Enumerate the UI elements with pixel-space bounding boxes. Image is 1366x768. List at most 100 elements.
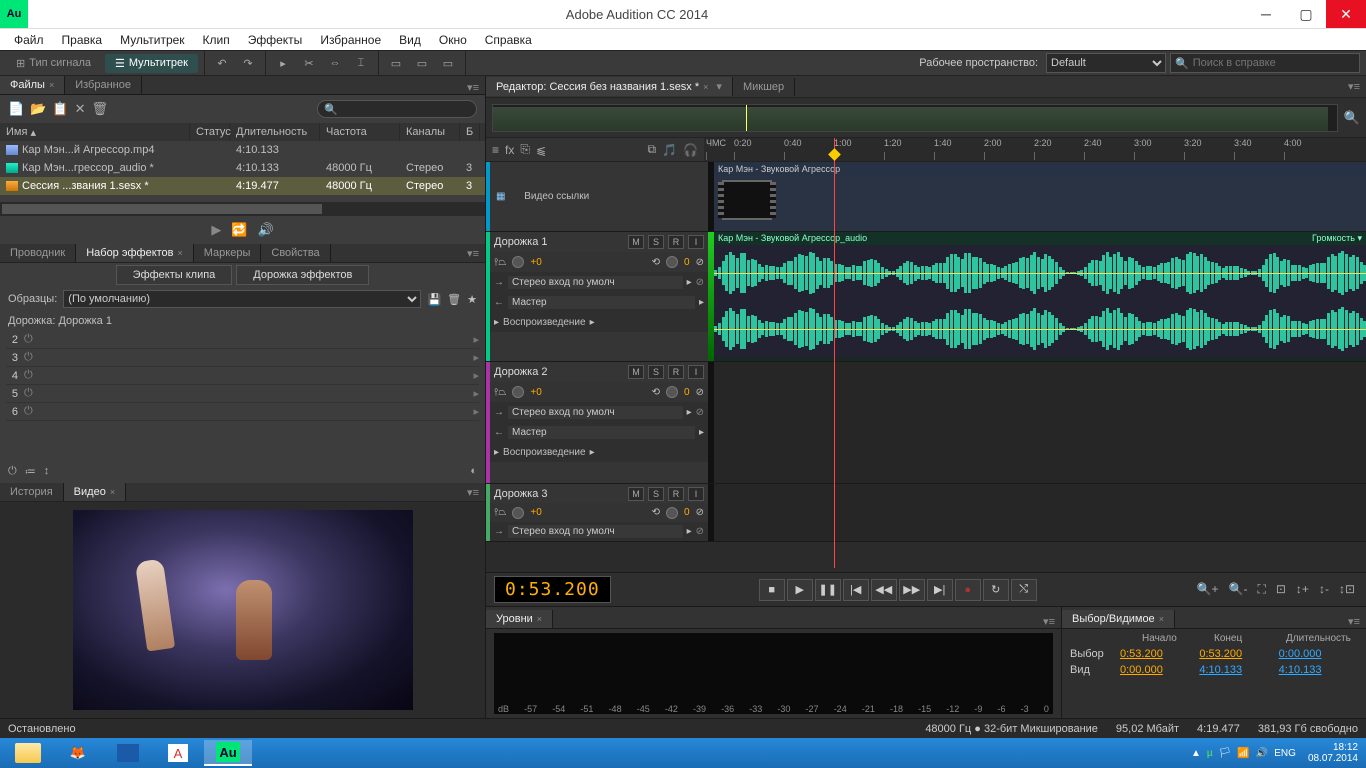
- import-icon[interactable]: 📂: [30, 101, 46, 117]
- volume-knob[interactable]: [512, 507, 524, 519]
- tab-properties[interactable]: Свойства: [261, 244, 330, 262]
- col-duration[interactable]: Длительность: [230, 123, 320, 141]
- panel-menu-icon[interactable]: ▾≡: [1043, 615, 1055, 628]
- pan-knob[interactable]: [666, 507, 678, 519]
- solo-button[interactable]: S: [648, 365, 664, 379]
- play-button[interactable]: ▶: [787, 579, 813, 601]
- output-select[interactable]: Мастер: [508, 426, 695, 439]
- output-select[interactable]: Мастер: [508, 296, 695, 309]
- undo-icon[interactable]: ↶: [211, 53, 233, 73]
- tab-video[interactable]: Видео ×: [64, 483, 126, 501]
- zoom-sel-icon[interactable]: ⊡: [1273, 582, 1289, 597]
- zoom-in-icon[interactable]: 🔍+: [1194, 582, 1222, 597]
- menu-file[interactable]: Файл: [6, 31, 52, 49]
- power-icon[interactable]: ⏻: [24, 333, 33, 346]
- input-select[interactable]: Стерео вход по умолч: [508, 276, 683, 289]
- selview-value[interactable]: 4:10.133: [1199, 664, 1278, 676]
- tray-lang[interactable]: ENG: [1274, 748, 1296, 759]
- close-icon[interactable]: ×: [1159, 614, 1164, 624]
- tool-b-icon[interactable]: ▭: [411, 53, 433, 73]
- power-icon[interactable]: ⏻: [24, 351, 33, 364]
- mix-wet-icon[interactable]: ◐: [470, 465, 477, 477]
- fx-label-icon[interactable]: fx: [505, 143, 514, 157]
- zoom-out-icon[interactable]: 🔍-: [1226, 582, 1251, 597]
- solo-button[interactable]: S: [648, 235, 664, 249]
- tray-volume-icon[interactable]: 🔊: [1256, 748, 1268, 759]
- selview-value[interactable]: 4:10.133: [1279, 664, 1358, 676]
- fx-icon[interactable]: ≡: [492, 143, 499, 157]
- clip-effects-button[interactable]: Эффекты клипа: [116, 265, 233, 285]
- timeline-ruler[interactable]: ЧМС 0:200:401:001:201:402:002:202:403:00…: [704, 138, 1366, 161]
- presets-select[interactable]: (По умолчанию): [63, 290, 421, 308]
- taskbar-firefox[interactable]: 🦊: [54, 740, 102, 766]
- effect-slot[interactable]: 6⏻▸: [6, 403, 479, 421]
- solo-button[interactable]: S: [648, 487, 664, 501]
- tab-editor[interactable]: Редактор: Сессия без названия 1.sesx * ×…: [486, 77, 733, 96]
- close-icon[interactable]: ×: [703, 82, 708, 92]
- favorite-icon[interactable]: ★: [467, 293, 477, 306]
- menu-view[interactable]: Вид: [391, 31, 429, 49]
- open-file-icon[interactable]: 📄: [8, 101, 24, 117]
- go-start-button[interactable]: |◀: [843, 579, 869, 601]
- menu-edit[interactable]: Правка: [54, 31, 111, 49]
- tool-a-icon[interactable]: ▭: [385, 53, 407, 73]
- tab-media-browser[interactable]: Проводник: [0, 244, 76, 262]
- read-mode-select[interactable]: Воспроизведение: [503, 317, 586, 328]
- tray-network-icon[interactable]: 📶: [1237, 748, 1249, 759]
- volume-knob[interactable]: [512, 386, 524, 398]
- track-lane[interactable]: [714, 484, 1366, 541]
- mute-button[interactable]: M: [628, 487, 644, 501]
- close-file-icon[interactable]: ✕: [75, 101, 86, 117]
- input-mute-icon[interactable]: ⊘: [696, 277, 704, 288]
- menu-multitrack[interactable]: Мультитрек: [112, 31, 192, 49]
- overview-waveform[interactable]: [492, 104, 1338, 132]
- panel-menu-icon[interactable]: ▾≡: [467, 486, 479, 499]
- tab-history[interactable]: История: [0, 483, 64, 501]
- selview-value[interactable]: 0:00.000: [1279, 648, 1358, 660]
- menu-effects[interactable]: Эффекты: [240, 31, 311, 49]
- close-icon[interactable]: ×: [537, 614, 542, 624]
- power-all-icon[interactable]: ⏻: [8, 465, 17, 478]
- skip-selection-button[interactable]: ⤭: [1011, 579, 1037, 601]
- zoom-in-v-icon[interactable]: ↕+: [1293, 582, 1312, 597]
- close-icon[interactable]: ×: [49, 80, 54, 90]
- tab-markers[interactable]: Маркеры: [194, 244, 262, 262]
- effect-slot[interactable]: 2⏻▸: [6, 331, 479, 349]
- monitor-button[interactable]: I: [688, 487, 704, 501]
- menu-window[interactable]: Окно: [431, 31, 475, 49]
- volume-knob[interactable]: [512, 256, 524, 268]
- selview-value[interactable]: 0:00.000: [1120, 664, 1199, 676]
- input-select[interactable]: Стерео вход по умолч: [508, 406, 683, 419]
- mute-button[interactable]: M: [628, 365, 644, 379]
- col-bit[interactable]: Б: [460, 123, 480, 141]
- delete-preset-icon[interactable]: 🗑: [447, 293, 461, 306]
- file-row[interactable]: Кар Мэн...й Агрессор.mp44:10.133: [0, 141, 485, 159]
- effect-slot[interactable]: 3⏻▸: [6, 349, 479, 367]
- power-icon[interactable]: ⏻: [24, 387, 33, 400]
- pause-button[interactable]: ❚❚: [815, 579, 841, 601]
- menu-help[interactable]: Справка: [477, 31, 540, 49]
- slip-tool-icon[interactable]: ⇔: [324, 53, 346, 73]
- input-mute-icon[interactable]: ⊘: [696, 526, 704, 537]
- snap-icon[interactable]: ⧉: [648, 142, 657, 157]
- pan-knob[interactable]: [666, 386, 678, 398]
- metronome-icon[interactable]: 🎵: [662, 143, 677, 157]
- menu-clip[interactable]: Клип: [195, 31, 238, 49]
- read-mode-select[interactable]: Воспроизведение: [503, 447, 586, 458]
- file-row[interactable]: Кар Мэн...грессор_audio *4:10.13348000 Г…: [0, 159, 485, 177]
- file-row[interactable]: Сессия ...звания 1.sesx *4:19.47748000 Г…: [0, 177, 485, 195]
- time-select-tool-icon[interactable]: ⌶: [350, 53, 372, 73]
- input-select[interactable]: Стерео вход по умолч: [508, 525, 683, 538]
- tab-effects-rack[interactable]: Набор эффектов ×: [76, 244, 194, 262]
- pan-knob[interactable]: [666, 256, 678, 268]
- bypass-icon[interactable]: ≔: [25, 465, 36, 478]
- taskbar-app4[interactable]: A: [154, 740, 202, 766]
- timecode-display[interactable]: 0:53.200: [494, 576, 611, 603]
- arm-record-button[interactable]: R: [668, 487, 684, 501]
- video-clip[interactable]: Кар Мэн - Звуковой Агрессор: [714, 162, 1366, 231]
- move-tool-icon[interactable]: ▸: [272, 53, 294, 73]
- save-preset-icon[interactable]: 💾: [427, 293, 441, 306]
- arm-record-button[interactable]: R: [668, 235, 684, 249]
- input-mute-icon[interactable]: ⊘: [696, 407, 704, 418]
- prefader-icon[interactable]: ↕: [44, 465, 50, 477]
